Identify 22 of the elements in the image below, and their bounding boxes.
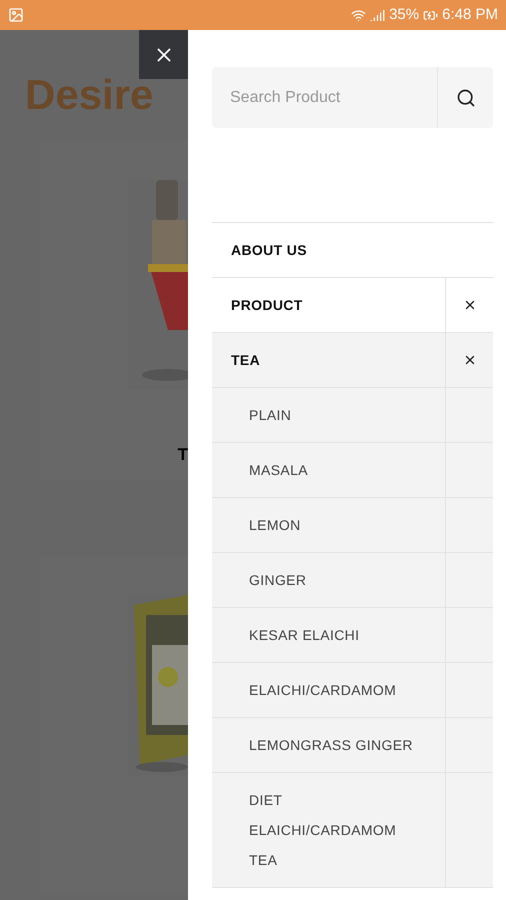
submenu-item[interactable]: ELAICHI/CARDAMOM	[212, 663, 445, 717]
submenu-item[interactable]: LEMONGRASS GINGER	[212, 718, 445, 772]
search-icon	[456, 88, 476, 108]
battery-percent: 35%	[389, 4, 420, 25]
signal-icon	[370, 8, 386, 22]
menu-item[interactable]: TEA	[212, 350, 445, 370]
menu-item[interactable]: PRODUCT	[212, 294, 445, 316]
submenu-item[interactable]: LEMON	[212, 498, 445, 552]
submenu-item[interactable]: GINGER	[212, 553, 445, 607]
wifi-icon	[351, 8, 366, 22]
menu-item[interactable]: ABOUT US	[212, 240, 307, 260]
product-title: T	[178, 444, 188, 466]
submenu-item[interactable]: KESAR ELAICHI	[212, 608, 445, 662]
clock: 6:48 PM	[442, 4, 498, 25]
submenu-item[interactable]: PLAIN	[212, 388, 445, 442]
submenu-item[interactable]: DIET ELAICHI/CARDAMOM TEA	[212, 773, 445, 887]
search-field[interactable]: Search Product	[212, 67, 493, 128]
submenu-item[interactable]: MASALA	[212, 443, 445, 497]
search-input[interactable]: Search Product	[212, 67, 437, 128]
close-button[interactable]	[139, 30, 188, 79]
logo: Desire	[25, 70, 154, 120]
image-icon	[8, 7, 24, 23]
